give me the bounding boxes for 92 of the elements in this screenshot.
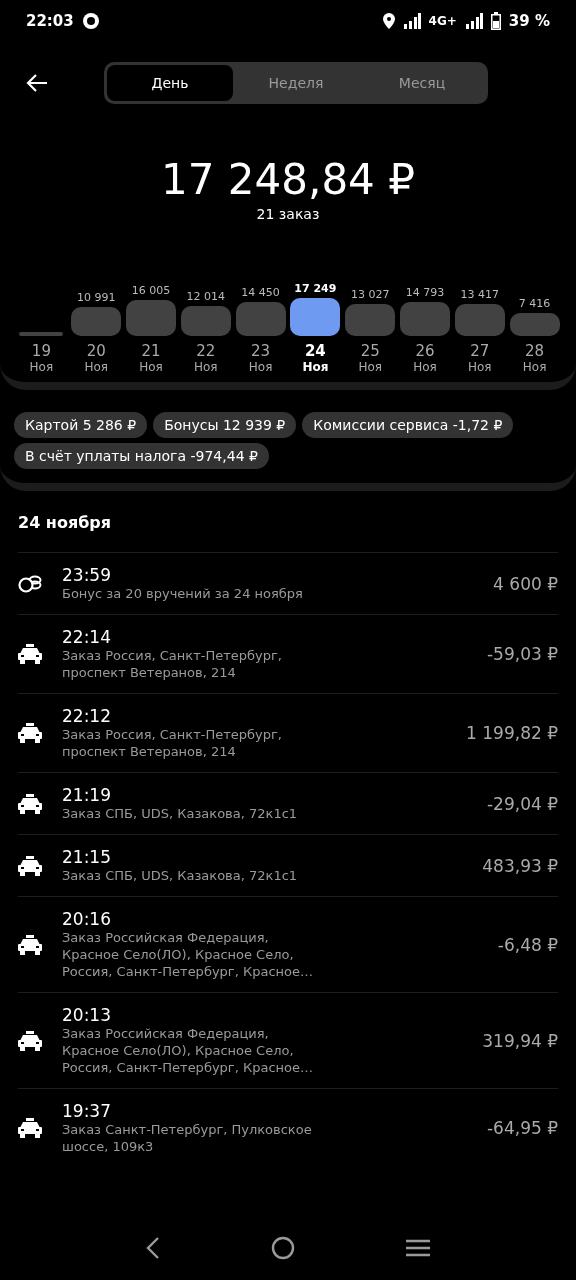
day-amount: 14 793 — [405, 285, 445, 299]
total-amount: 17 248,84 ₽ — [161, 154, 415, 206]
taxi-car-icon — [18, 855, 42, 876]
status-time: 22:03 — [26, 12, 74, 30]
day-amount: 14 450 — [241, 286, 280, 300]
transaction-row[interactable]: 21:19 Заказ СПБ, UDS, Казакова, 72к1с1 -29,04 ₽ — [18, 772, 558, 834]
day-number: 22 — [196, 342, 216, 360]
period-tab[interactable]: День — [107, 65, 233, 101]
coins-icon — [18, 574, 42, 593]
summary-chip: В счёт уплаты налога -974,44 ₽ — [14, 443, 269, 469]
day-number: 25 — [360, 342, 380, 360]
back-nav-icon[interactable] — [145, 1237, 160, 1259]
day-amount: 7 416 — [518, 296, 551, 310]
transaction-description: Заказ Санкт-Петербург, Пулковское шоссе, 109к3 — [62, 1121, 313, 1155]
transaction-amount: -64,95 ₽ — [486, 1118, 558, 1138]
order-count: 21 заказ — [256, 206, 320, 222]
list-date-title: 24 ноября — [18, 512, 113, 534]
day-bar[interactable] — [290, 298, 341, 336]
day-number: 19 — [31, 342, 51, 360]
day-amount: 13 027 — [350, 288, 390, 302]
menu-nav-icon[interactable] — [406, 1239, 431, 1257]
taxi-car-icon — [18, 934, 42, 955]
home-nav-icon[interactable] — [271, 1236, 295, 1260]
day-month: Ноя — [139, 360, 163, 374]
day-month: Ноя — [358, 360, 382, 374]
summary-chip: Комиссии сервиса -1,72 ₽ — [302, 412, 514, 438]
day-number: 28 — [525, 342, 545, 360]
day-amount: 17 249 — [294, 282, 337, 295]
day-number: 26 — [415, 342, 435, 360]
transaction-row[interactable]: 23:59 Бонус за 20 вручений за 24 ноября 4 600 ₽ — [18, 552, 558, 614]
day-month: Ноя — [194, 360, 218, 374]
period-tab[interactable]: Неделя — [233, 65, 359, 101]
summary-chip: Бонусы 12 939 ₽ — [153, 412, 297, 438]
day-month: Ноя — [467, 360, 492, 374]
transaction-description: Бонус за 20 вручений за 24 ноября — [62, 585, 304, 602]
transaction-time: 23:59 — [62, 565, 112, 585]
day-month: Ноя — [84, 360, 108, 374]
transaction-time: 22:14 — [62, 627, 112, 647]
transaction-time: 21:15 — [62, 847, 112, 867]
signal-icon — [402, 13, 421, 29]
taxi-car-icon — [18, 723, 42, 743]
taxi-car-icon — [18, 793, 42, 814]
transaction-amount: 4 600 ₽ — [493, 573, 558, 594]
taxi-car-icon — [18, 644, 42, 664]
day-month: Ноя — [248, 360, 273, 374]
taxi-car-icon — [18, 1030, 42, 1051]
transaction-time: 20:13 — [62, 1005, 112, 1025]
day-number: 24 — [304, 342, 326, 360]
day-month: Ноя — [413, 360, 437, 374]
transaction-description: Заказ Россия, Санкт-Петербург, проспект Ветеранов, 214 — [62, 726, 283, 760]
transaction-time: 21:19 — [62, 785, 112, 805]
day-amount: 16 005 — [131, 283, 171, 297]
day-amount: 12 014 — [186, 289, 226, 303]
summary-chip: Картой 5 286 ₽ — [14, 412, 148, 438]
day-number: 21 — [141, 342, 161, 360]
transaction-amount: -6,48 ₽ — [497, 934, 558, 955]
transaction-row[interactable]: 19:37 Заказ Санкт-Петербург, Пулковское шоссе, 109к3 -64,95 ₽ — [18, 1088, 558, 1167]
day-month: Ноя — [302, 360, 329, 374]
transaction-amount: 483,93 ₽ — [482, 855, 558, 876]
battery-percent: 39 % — [508, 12, 550, 30]
day-month: Ноя — [29, 360, 54, 374]
transaction-amount: -29,04 ₽ — [486, 793, 558, 814]
transaction-time: 20:16 — [62, 909, 112, 929]
day-number: 20 — [86, 342, 106, 360]
transaction-amount: 319,94 ₽ — [482, 1030, 558, 1051]
transaction-row[interactable]: 20:13 Заказ Российская Федерация, Красное Село(ЛО), Красное Село, Россия, Санкт-Петербург, Красное… 319,94 ₽ — [18, 992, 558, 1088]
transaction-row[interactable]: 20:16 Заказ Российская Федерация, Красное Село(ЛО), Красное Село, Россия, Санкт-Петербург, Красное… -6,48 ₽ — [18, 896, 558, 992]
back-arrow-icon[interactable] — [26, 74, 48, 92]
signal-icon — [464, 13, 483, 29]
transaction-row[interactable]: 21:15 Заказ СПБ, UDS, Казакова, 72к1с1 483,93 ₽ — [18, 834, 558, 896]
transaction-amount: 1 199,82 ₽ — [466, 723, 558, 743]
transaction-description: Заказ Россия, Санкт-Петербург, проспект Ветеранов, 214 — [62, 647, 283, 681]
transaction-description: Заказ Российская Федерация, Красное Село(ЛО), Красное Село, Россия, Санкт-Петербург, Красное… — [62, 1025, 314, 1076]
day-number: 27 — [470, 342, 490, 360]
transaction-description: Заказ СПБ, UDS, Казакова, 72к1с1 — [62, 805, 299, 822]
transaction-amount: -59,03 ₽ — [486, 644, 558, 664]
transaction-description: Заказ Российская Федерация, Красное Село(ЛО), Красное Село, Россия, Санкт-Петербург, Красное… — [62, 929, 314, 980]
transaction-description: Заказ СПБ, UDS, Казакова, 72к1с1 — [62, 867, 299, 884]
day-number: 23 — [251, 342, 271, 360]
transaction-row[interactable]: 22:14 Заказ Россия, Санкт-Петербург, проспект Ветеранов, 214 -59,03 ₽ — [18, 614, 558, 693]
app-notification-icon — [81, 12, 100, 30]
transaction-time: 22:12 — [62, 706, 112, 726]
taxi-car-icon — [18, 1118, 42, 1138]
transaction-time: 19:37 — [62, 1101, 112, 1121]
period-tab[interactable]: Месяц — [359, 65, 485, 101]
day-amount: 13 417 — [460, 287, 499, 301]
battery-icon — [490, 12, 501, 30]
transaction-row[interactable]: 22:12 Заказ Россия, Санкт-Петербург, проспект Ветеранов, 214 1 199,82 ₽ — [18, 693, 558, 772]
network-type: 4G+ — [428, 14, 457, 28]
day-month: Ноя — [522, 360, 547, 374]
day-amount: 10 991 — [76, 291, 116, 305]
location-icon — [382, 13, 395, 29]
